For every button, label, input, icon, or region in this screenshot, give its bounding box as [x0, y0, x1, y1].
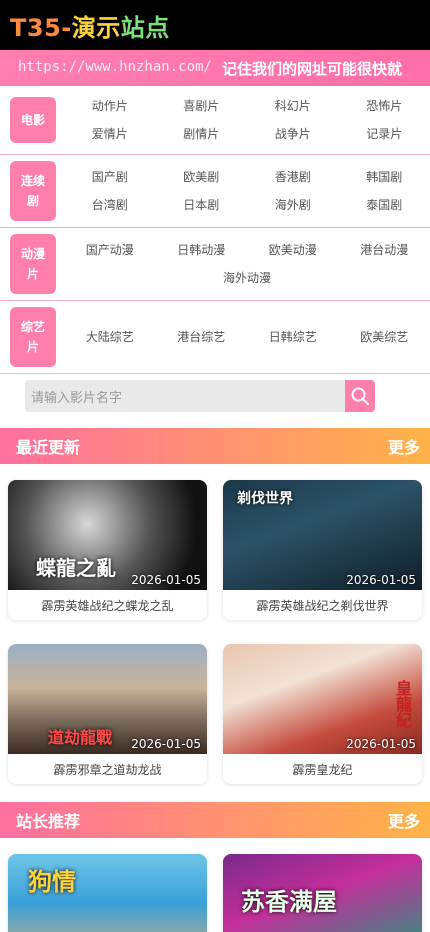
category-link[interactable]: 大陆综艺	[64, 323, 156, 351]
video-title: 霹雳邪章之道劫龙战	[53, 762, 162, 777]
video-card[interactable]: 皇龍紀 2026-01-05 霹雳皇龙纪	[223, 644, 422, 784]
notice-text: 记住我们的网址可能很快就	[222, 60, 403, 78]
video-date: 2026-01-05	[346, 573, 416, 587]
notice-marquee: https://www.hnzhan.com/ 记住我们的网址可能很快就	[0, 50, 430, 86]
video-card[interactable]: 蝶龍之亂 2026-01-05 霹雳英雄战纪之蝶龙之乱	[8, 480, 207, 620]
more-link[interactable]: 更多	[388, 434, 420, 458]
poster-text: 剃伐世界	[237, 491, 293, 507]
category-link[interactable]: 欧美剧	[156, 163, 248, 191]
category-link[interactable]: 欧美动漫	[247, 236, 339, 264]
category-row-series: 连续剧 国产剧 欧美剧 香港剧 韩国剧 台湾剧 日本剧 海外剧 泰国剧	[0, 155, 430, 228]
video-poster: 蝶龍之亂 2026-01-05	[8, 480, 207, 590]
category-label[interactable]: 动漫片	[10, 234, 56, 294]
video-title: 霹雳英雄战纪之剃伐世界	[256, 598, 389, 613]
category-link[interactable]: 日本剧	[156, 191, 248, 219]
top-bar: T35-演示站点	[0, 0, 430, 50]
search-button[interactable]	[345, 380, 375, 412]
video-poster: 道劫龍戰 2026-01-05	[8, 644, 207, 754]
section-title: 站长推荐	[16, 812, 81, 831]
poster-text: 道劫龍戰	[48, 728, 113, 747]
video-date: 2026-01-05	[131, 573, 201, 587]
category-link[interactable]: 海外剧	[247, 191, 339, 219]
search-icon	[351, 387, 370, 406]
video-date: 2026-01-05	[346, 737, 416, 751]
category-row-anime: 动漫片 国产动漫 日韩动漫 欧美动漫 港台动漫 海外动漫	[0, 228, 430, 301]
category-row-movie: 电影 动作片 喜剧片 科幻片 恐怖片 爱情片 剧情片 战争片 记录片	[0, 86, 430, 155]
category-link[interactable]: 日韩动漫	[156, 236, 248, 264]
category-link[interactable]: 国产动漫	[64, 236, 156, 264]
category-label[interactable]: 连续剧	[10, 161, 56, 221]
video-card[interactable]: 剃伐世界 2026-01-05 霹雳英雄战纪之剃伐世界	[223, 480, 422, 620]
category-link[interactable]: 海外动漫	[64, 264, 430, 292]
video-card[interactable]: 道劫龍戰 2026-01-05 霹雳邪章之道劫龙战	[8, 644, 207, 784]
video-poster: 狗情	[8, 854, 207, 932]
category-link[interactable]: 喜剧片	[156, 92, 248, 120]
video-title: 霹雳英雄战纪之蝶龙之乱	[41, 598, 174, 613]
video-poster: 剃伐世界 2026-01-05	[223, 480, 422, 590]
search-bar: 请输入影片名字	[25, 380, 375, 412]
category-link[interactable]: 国产剧	[64, 163, 156, 191]
poster-text: 苏香满屋	[241, 888, 337, 916]
notice-url: https://www.hnzhan.com/	[18, 59, 212, 75]
section-title: 最近更新	[16, 438, 81, 457]
video-card[interactable]: 狗情	[8, 854, 207, 932]
poster-text: 狗情	[28, 868, 76, 896]
category-link[interactable]: 泰国剧	[339, 191, 430, 219]
section-header-recent: 最近更新 更多	[0, 428, 430, 464]
category-link[interactable]: 科幻片	[247, 92, 339, 120]
category-link[interactable]: 剧情片	[156, 120, 248, 148]
category-link[interactable]: 日韩综艺	[247, 323, 339, 351]
poster-text: 蝶龍之亂	[36, 556, 116, 580]
category-link[interactable]: 港台综艺	[156, 323, 248, 351]
video-date: 2026-01-05	[131, 737, 201, 751]
category-link[interactable]: 台湾剧	[64, 191, 156, 219]
category-row-variety: 综艺片 大陆综艺 港台综艺 日韩综艺 欧美综艺	[0, 301, 430, 374]
video-poster: 苏香满屋	[223, 854, 422, 932]
category-label[interactable]: 综艺片	[10, 307, 56, 367]
recent-grid: 蝶龍之亂 2026-01-05 霹雳英雄战纪之蝶龙之乱 剃伐世界 2026-01…	[0, 464, 430, 784]
category-link[interactable]: 香港剧	[247, 163, 339, 191]
video-card[interactable]: 苏香满屋	[223, 854, 422, 932]
category-label[interactable]: 电影	[10, 97, 56, 143]
more-link[interactable]: 更多	[388, 808, 420, 832]
category-label-text: 动漫片	[20, 247, 45, 281]
category-link[interactable]: 爱情片	[64, 120, 156, 148]
category-link[interactable]: 港台动漫	[339, 236, 430, 264]
category-link[interactable]: 欧美综艺	[339, 323, 430, 351]
category-link[interactable]: 战争片	[247, 120, 339, 148]
video-title: 霹雳皇龙纪	[292, 762, 353, 777]
category-label-text: 连续剧	[20, 174, 45, 208]
recommend-grid: 狗情 苏香满屋	[0, 838, 430, 932]
logo-part-2: 演示	[71, 13, 121, 42]
search-input[interactable]: 请输入影片名字	[25, 380, 345, 412]
category-link[interactable]: 记录片	[339, 120, 430, 148]
video-poster: 皇龍紀 2026-01-05	[223, 644, 422, 754]
logo-part-3: 站点	[120, 13, 170, 42]
poster-text: 皇龍紀	[393, 680, 412, 728]
category-link[interactable]: 恐怖片	[339, 92, 430, 120]
category-link[interactable]: 韩国剧	[339, 163, 430, 191]
category-label-text: 综艺片	[20, 320, 45, 354]
category-link[interactable]: 动作片	[64, 92, 156, 120]
section-header-recommend: 站长推荐 更多	[0, 802, 430, 838]
logo-part-1: T35-	[10, 13, 72, 42]
site-logo[interactable]: T35-演示站点	[10, 8, 170, 43]
